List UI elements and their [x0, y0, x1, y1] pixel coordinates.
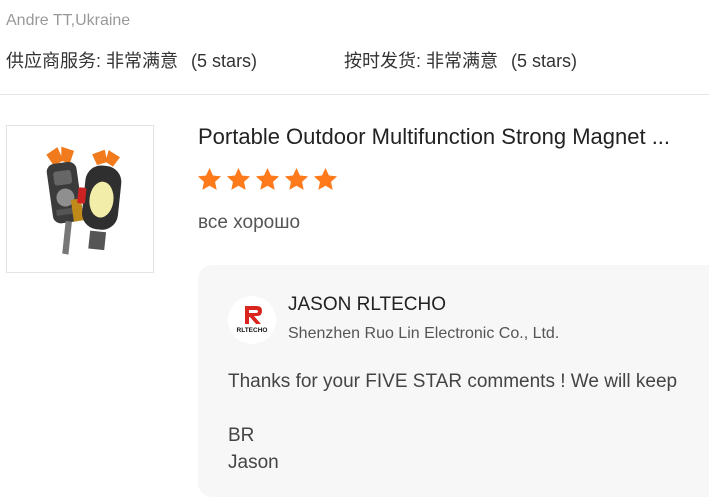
- reply-line: BR: [228, 425, 255, 446]
- rating-on-time-delivery: 按时发货: 非常满意 (5 stars): [344, 47, 577, 73]
- logo-text: RLTECHO: [237, 327, 268, 334]
- seller-logo: RLTECHO: [228, 296, 276, 344]
- star-icon: [226, 168, 251, 190]
- rating-value: 非常满意: [426, 51, 499, 71]
- reply-line: Thanks for your FIVE STAR comments ! We …: [228, 371, 678, 392]
- rating-value: 非常满意: [106, 51, 179, 71]
- reply-line: Jason: [228, 452, 279, 473]
- product-rating-stars: [196, 166, 339, 193]
- review-comment: все хорошо: [198, 212, 301, 233]
- product-image[interactable]: [6, 125, 154, 273]
- reviewer-name: Andre TT,Ukraine: [6, 12, 131, 29]
- rating-label: 供应商服务:: [6, 51, 102, 71]
- star-icon: [284, 168, 309, 190]
- rating-stars-text: (5 stars): [191, 51, 258, 71]
- rating-supplier-service: 供应商服务: 非常满意 (5 stars): [6, 47, 257, 73]
- rating-label: 按时发货:: [344, 51, 422, 71]
- divider: [0, 94, 709, 95]
- product-title[interactable]: Portable Outdoor Multifunction Strong Ma…: [198, 124, 709, 150]
- seller-name: JASON RLTECHO: [288, 294, 447, 315]
- product-photo-icon: [46, 146, 122, 255]
- star-icon: [255, 168, 280, 190]
- star-icon: [197, 168, 222, 190]
- seller-company: Shenzhen Ruo Lin Electronic Co., Ltd.: [288, 325, 560, 342]
- rating-stars-text: (5 stars): [511, 51, 578, 71]
- star-icon: [313, 168, 338, 190]
- rltecho-logo-icon: RLTECHO: [237, 306, 268, 334]
